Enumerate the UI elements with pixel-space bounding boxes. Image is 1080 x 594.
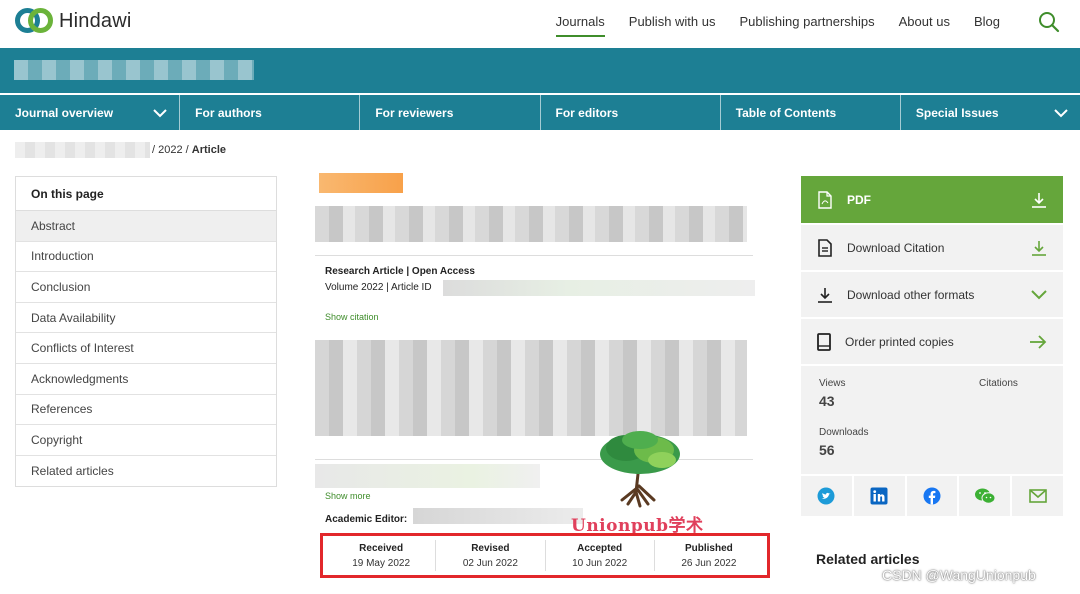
downloads-label: Downloads (819, 427, 869, 438)
tab-for-authors[interactable]: For authors (180, 95, 361, 130)
divider (315, 459, 753, 460)
tree-watermark-icon (600, 431, 680, 508)
linkedin-icon (870, 487, 888, 505)
tab-special-issues[interactable]: Special Issues (901, 95, 1080, 130)
nav-about-us[interactable]: About us (899, 14, 950, 37)
journal-banner (0, 48, 1080, 93)
show-citation-link[interactable]: Show citation (325, 312, 379, 322)
site-header: Hindawi Journals Publish with us Publish… (0, 0, 1080, 48)
toc-item-abstract[interactable]: Abstract (16, 211, 276, 242)
article-id-redacted (443, 280, 755, 296)
tab-table-of-contents[interactable]: Table of Contents (721, 95, 901, 130)
toc-item-conclusion[interactable]: Conclusion (16, 272, 276, 303)
toc-item-copyright[interactable]: Copyright (16, 425, 276, 456)
wechat-icon (974, 488, 996, 504)
share-facebook[interactable] (907, 476, 960, 516)
affiliations-redacted (315, 464, 540, 488)
breadcrumb: / 2022 / Article (15, 142, 226, 158)
arrow-right-icon (1030, 334, 1047, 349)
article-dates: Received 19 May 2022 Revised 02 Jun 2022… (320, 533, 770, 578)
logo-rings-icon (15, 7, 53, 35)
academic-editor-redacted (413, 508, 583, 524)
date-published: Published 26 Jun 2022 (681, 542, 737, 569)
download-citation-button[interactable]: Download Citation (801, 223, 1063, 270)
breadcrumb-year[interactable]: / 2022 / (152, 144, 189, 156)
share-bar (801, 474, 1063, 516)
download-other-formats-button[interactable]: Download other formats (801, 270, 1063, 317)
divider (315, 255, 753, 256)
date-received: Received 19 May 2022 (327, 540, 437, 571)
csdn-watermark: CSDN @WangUnionpub (882, 567, 1036, 583)
tab-for-editors[interactable]: For editors (541, 95, 721, 130)
show-more-link[interactable]: Show more (325, 491, 371, 501)
search-icon[interactable] (1038, 11, 1060, 33)
toc-item-references[interactable]: References (16, 395, 276, 426)
article-title-redacted (315, 206, 747, 242)
on-this-page-toc: On this page Abstract Introduction Concl… (15, 176, 277, 488)
nav-publishing-partnerships[interactable]: Publishing partnerships (740, 14, 875, 37)
date-revised: Revised 02 Jun 2022 (436, 540, 546, 571)
nav-publish-with-us[interactable]: Publish with us (629, 14, 716, 37)
book-icon (817, 332, 831, 351)
toc-item-introduction[interactable]: Introduction (16, 242, 276, 273)
order-printed-copies-button[interactable]: Order printed copies (801, 317, 1063, 364)
breadcrumb-redacted[interactable] (15, 142, 150, 158)
share-email[interactable] (1012, 476, 1063, 516)
pdf-file-icon (818, 190, 832, 209)
related-articles-heading: Related articles (816, 551, 920, 567)
chevron-down-icon (1031, 289, 1047, 299)
download-icon (1032, 192, 1046, 208)
toc-item-data-availability[interactable]: Data Availability (16, 303, 276, 334)
nav-journals[interactable]: Journals (555, 14, 605, 37)
chevron-down-icon (153, 108, 167, 117)
nav-blog[interactable]: Blog (974, 14, 1000, 37)
download-icon (1032, 240, 1046, 256)
article-volume: Volume 2022 | Article ID (325, 282, 432, 293)
toc-item-conflicts-of-interest[interactable]: Conflicts of Interest (16, 333, 276, 364)
brand-name: Hindawi (59, 9, 132, 32)
share-wechat[interactable] (959, 476, 1013, 516)
journal-nav: Journal overview For authors For reviewe… (0, 95, 1080, 130)
academic-editor-label: Academic Editor: (325, 514, 408, 525)
twitter-icon (817, 487, 835, 505)
share-twitter[interactable] (801, 476, 854, 516)
article-sidebar: PDF Download Citation Download other for… (801, 176, 1063, 516)
views-label: Views (819, 378, 846, 389)
views-count: 43 (819, 393, 835, 409)
tab-for-reviewers[interactable]: For reviewers (360, 95, 541, 130)
toc-heading: On this page (16, 177, 276, 211)
article-type: Research Article | Open Access (325, 266, 475, 277)
date-accepted: Accepted 10 Jun 2022 (546, 540, 655, 571)
share-linkedin[interactable] (854, 476, 907, 516)
special-issue-badge-redacted (319, 173, 403, 193)
hindawi-logo[interactable]: Hindawi (15, 7, 132, 35)
toc-item-acknowledgments[interactable]: Acknowledgments (16, 364, 276, 395)
downloads-count: 56 (819, 442, 835, 458)
document-icon (818, 238, 832, 257)
tab-journal-overview[interactable]: Journal overview (0, 95, 181, 130)
top-nav: Journals Publish with us Publishing part… (555, 14, 1000, 37)
article-metrics: Views 43 Citations Downloads 56 (801, 364, 1063, 474)
authors-redacted (315, 340, 747, 436)
toc-item-related-articles[interactable]: Related articles (16, 456, 276, 487)
email-icon (1028, 489, 1047, 503)
citations-label: Citations (979, 378, 1018, 389)
pdf-button[interactable]: PDF (801, 176, 1063, 223)
download-icon (818, 287, 832, 303)
facebook-icon (923, 487, 941, 505)
breadcrumb-current: Article (191, 144, 227, 156)
chevron-down-icon (1054, 108, 1068, 117)
journal-title-redacted (14, 60, 254, 80)
